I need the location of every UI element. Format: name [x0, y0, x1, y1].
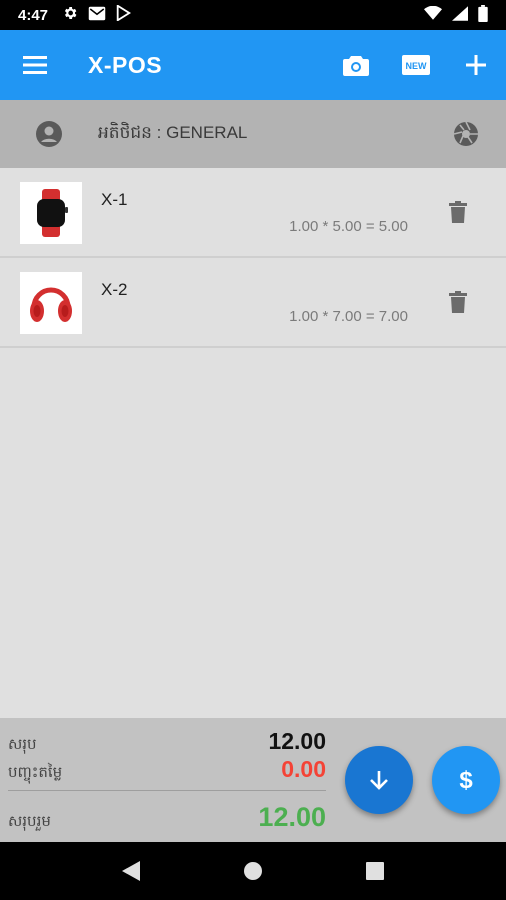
- item-calculation: 1.00 * 7.00 = 7.00: [289, 308, 408, 325]
- delete-item-button[interactable]: [440, 194, 476, 230]
- plus-icon: [466, 55, 486, 75]
- smartwatch-image: [37, 189, 68, 237]
- nav-recents-button[interactable]: [355, 851, 395, 891]
- total-line: សរុបរួម 12.00: [8, 802, 326, 834]
- total-value: 12.00: [258, 802, 326, 832]
- camera-icon: [343, 56, 369, 76]
- trash-icon: [449, 291, 467, 313]
- subtotal-line: សរុប 12.00: [8, 728, 326, 757]
- list-item[interactable]: X-1 1.00 * 5.00 = 5.00: [0, 168, 506, 258]
- status-time: 4:47: [18, 6, 49, 24]
- status-bar: 4:47: [0, 0, 506, 30]
- item-calculation: 1.00 * 5.00 = 5.00: [289, 218, 408, 235]
- nav-back-button[interactable]: [111, 851, 151, 891]
- svg-text:$: $: [459, 767, 473, 794]
- new-badge-text: NEW: [406, 61, 428, 71]
- app-bar: X-POS NEW: [0, 30, 506, 100]
- subtotal-label: សរុប: [8, 736, 37, 753]
- product-image-headphones: [20, 272, 82, 334]
- order-item-list: X-1 1.00 * 5.00 = 5.00 X-2 1.00 * 7.00 =…: [0, 168, 506, 348]
- recents-square-icon: [366, 862, 384, 880]
- order-summary: សរុប 12.00 បញ្ចុះតម្លៃ 0.00 សរុបរួម 12.0…: [0, 718, 506, 842]
- app-title: X-POS: [88, 51, 163, 78]
- add-item-button[interactable]: [446, 30, 506, 100]
- item-name: X-2: [101, 280, 128, 299]
- discount-line: បញ្ចុះតម្លៃ 0.00: [8, 756, 326, 785]
- menu-button[interactable]: [0, 30, 70, 100]
- delete-item-button[interactable]: [440, 284, 476, 320]
- nav-home-button[interactable]: [233, 851, 273, 891]
- arrow-down-icon: [370, 771, 388, 790]
- discount-label: បញ្ចុះតម្លៃ: [8, 764, 63, 781]
- total-label: សរុបរួម: [8, 813, 51, 830]
- back-triangle-icon: [122, 861, 140, 881]
- play-store-icon: [116, 4, 132, 25]
- hamburger-icon: [23, 56, 47, 74]
- summary-divider: [8, 790, 326, 791]
- new-badge-icon: NEW: [402, 55, 430, 75]
- battery-icon: [478, 4, 488, 26]
- subtotal-value: 12.00: [268, 728, 326, 754]
- customer-label: អតិថិជន : GENERAL: [98, 122, 248, 142]
- new-order-button[interactable]: NEW: [386, 30, 446, 100]
- item-name: X-1: [101, 190, 128, 209]
- payment-fab[interactable]: $: [432, 746, 500, 814]
- system-nav-bar: [0, 842, 506, 900]
- trash-icon: [449, 201, 467, 223]
- signal-icon: [452, 5, 468, 25]
- product-image-watch: [20, 182, 82, 244]
- list-item[interactable]: X-2 1.00 * 7.00 = 7.00: [0, 258, 506, 348]
- mail-icon: [88, 6, 106, 25]
- home-circle-icon: [244, 862, 262, 880]
- customer-bar[interactable]: អតិថិជន : GENERAL: [0, 100, 506, 168]
- save-order-fab[interactable]: [345, 746, 413, 814]
- customer-select-button[interactable]: [426, 121, 506, 147]
- account-circle-icon: [36, 121, 62, 147]
- dollar-icon: $: [459, 767, 473, 794]
- camera-button[interactable]: [326, 30, 386, 100]
- wifi-icon: [424, 5, 442, 24]
- aperture-icon: [453, 121, 478, 146]
- headphones-image: [30, 287, 72, 322]
- settings-icon: [62, 5, 78, 25]
- discount-value: 0.00: [281, 756, 326, 782]
